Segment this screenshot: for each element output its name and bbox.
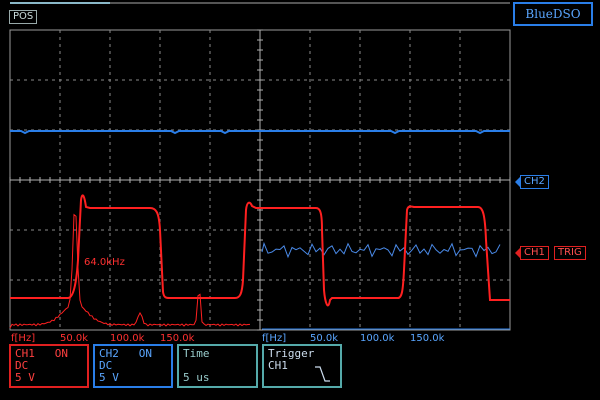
ch1-level-marker[interactable]: CH1 [515, 246, 549, 260]
fft-tick-ch1-50k: 50.0k [60, 333, 88, 344]
ch2-noise-trace [261, 241, 501, 259]
ch1-frequency-label: 64.0kHz [84, 257, 125, 268]
ch1-scale: 5 V [15, 371, 35, 384]
ch2-noise-waveform [261, 241, 501, 259]
fft-tick-ch1-100k: 100.0k [110, 333, 145, 344]
ch2-level-marker[interactable]: CH2 [515, 175, 549, 189]
ch1-fft-trace [9, 213, 251, 329]
fft-tick-ch2-150k: 150.0k [410, 333, 445, 344]
ch1-marker-label: CH1 [524, 247, 545, 258]
ch1-state: ON [54, 347, 68, 360]
trigger-level-marker[interactable]: TRIG [554, 246, 586, 260]
timebase-panel[interactable]: Time 5 us [177, 344, 258, 388]
fft-unit-label-ch2: f[Hz] [262, 333, 286, 344]
timebase-title: Time [183, 347, 210, 360]
timebase-value: 5 us [183, 371, 210, 384]
ch1-fft-spectrum [9, 213, 251, 329]
ch2-marker-label: CH2 [524, 176, 545, 187]
ch1-settings-panel[interactable]: CH1 ON DC 5 V [9, 344, 89, 388]
scope-display[interactable]: 64.0kHz f[Hz] 50.0k 100.0k 150.0k f[Hz] … [0, 0, 600, 400]
ch1-marker-arrow-icon [515, 247, 521, 259]
ch2-marker-arrow-icon [515, 176, 521, 188]
ch2-state: ON [138, 347, 152, 360]
trigger-panel[interactable]: Trigger CH1 [262, 344, 342, 388]
fft-unit-label-ch1: f[Hz] [11, 333, 35, 344]
ch2-settings-panel[interactable]: CH2 ON DC 5 V [93, 344, 173, 388]
fft-tick-ch1-150k: 150.0k [160, 333, 195, 344]
scope-grid [9, 29, 511, 331]
ch2-scale: 5 V [99, 371, 119, 384]
falling-edge-trigger-icon [315, 366, 330, 382]
fft-tick-ch2-100k: 100.0k [360, 333, 395, 344]
fft-tick-ch2-50k: 50.0k [310, 333, 338, 344]
